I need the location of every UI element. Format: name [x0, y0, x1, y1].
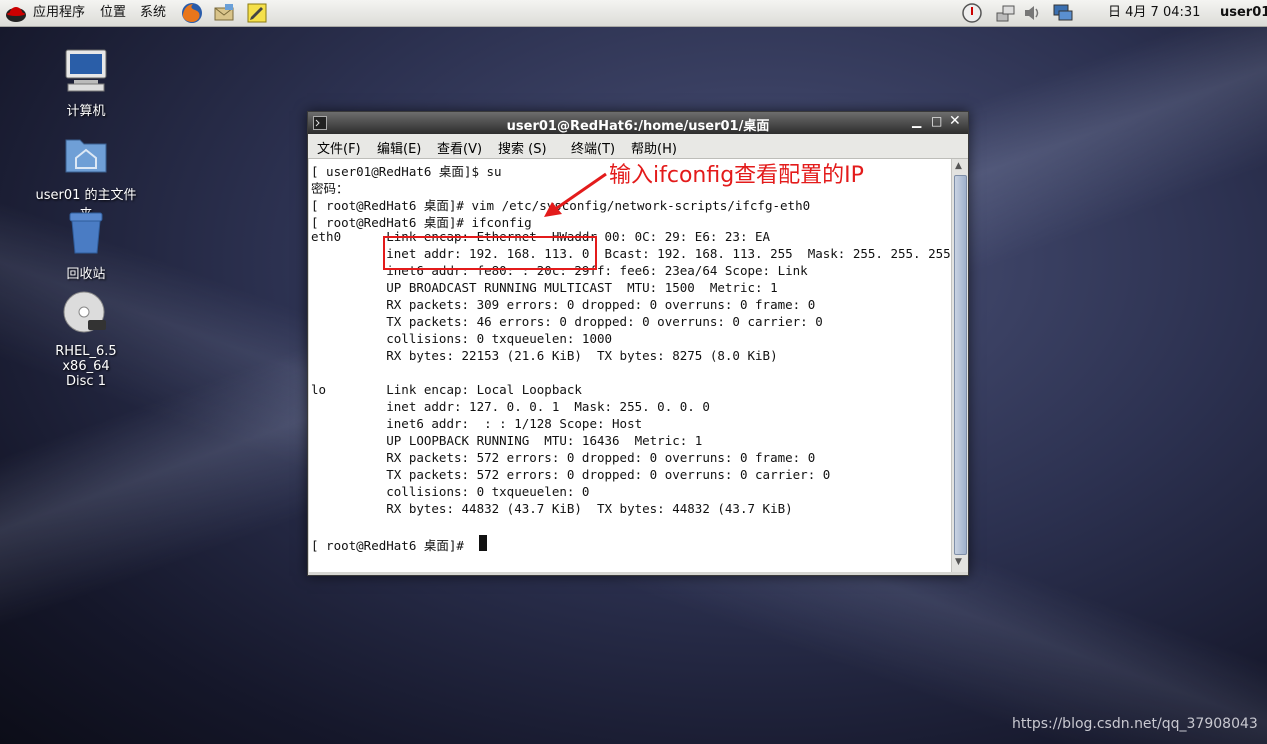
scrollbar-thumb[interactable]	[954, 175, 967, 555]
home-folder-icon	[65, 139, 107, 173]
network-manager-icon[interactable]	[994, 2, 1016, 24]
maximize-icon[interactable]: □	[931, 114, 942, 128]
desktop-icon-trash[interactable]: 回收站	[31, 209, 141, 282]
terminal-line: RX bytes: 22153 (21.6 KiB) TX bytes: 827…	[311, 348, 778, 363]
terminal-cursor	[479, 535, 487, 551]
places-menu[interactable]: 位置	[100, 0, 126, 26]
trash-icon	[69, 212, 103, 254]
dvd-icon	[63, 291, 106, 333]
update-notifier-icon[interactable]	[961, 2, 983, 24]
terminal-output[interactable]: [ user01@RedHat6 桌面]$ su 密码： [ root@RedH…	[309, 159, 951, 572]
terminal-line: TX packets: 572 errors: 0 dropped: 0 ove…	[311, 467, 831, 482]
text-editor-icon[interactable]	[246, 2, 268, 24]
menu-view[interactable]: 查看(V)	[437, 138, 482, 157]
firefox-icon[interactable]	[181, 2, 203, 24]
user-menu[interactable]: user01	[1220, 0, 1267, 26]
window-title: user01@RedHat6:/home/user01/桌面	[506, 119, 770, 134]
display-icon[interactable]	[1052, 2, 1074, 24]
scroll-up-icon[interactable]: ▲	[955, 161, 962, 171]
desktop-icon-label: 回收站	[66, 267, 106, 282]
annotation-arrow-icon	[544, 172, 607, 217]
desktop-icon-dvd[interactable]: RHEL_6.5 x86_64 Disc 1	[31, 290, 141, 389]
close-icon[interactable]: ✕	[949, 113, 961, 129]
annotation-text: 输入ifconfig查看配置的IP	[609, 163, 864, 188]
menu-search[interactable]: 搜索 (S)	[498, 138, 547, 157]
terminal-line: UP LOOPBACK RUNNING MTU: 16436 Metric: 1	[311, 433, 703, 448]
desktop-icon-computer[interactable]: 计算机	[31, 46, 141, 119]
top-panel: 应用程序 位置 系统 日 4月 7 04:31 user01	[0, 0, 1267, 27]
terminal-prompt: [ root@RedHat6 桌面]#	[311, 538, 472, 553]
menu-edit[interactable]: 编辑(E)	[377, 138, 421, 157]
terminal-line: inet addr: 127. 0. 0. 1 Mask: 255. 0. 0.…	[311, 399, 710, 414]
mail-client-icon[interactable]	[213, 2, 235, 24]
terminal-line: collisions: 0 txqueuelen: 0	[311, 484, 590, 499]
annotation-highlight-box	[383, 236, 597, 270]
terminal-line: RX packets: 572 errors: 0 dropped: 0 ove…	[311, 450, 816, 465]
terminal-line: TX packets: 46 errors: 0 dropped: 0 over…	[311, 314, 823, 329]
scroll-down-icon[interactable]: ▼	[955, 557, 962, 567]
menu-terminal[interactable]: 终端(T)	[571, 138, 615, 157]
terminal-line: inet6 addr: : : 1/128 Scope: Host	[311, 416, 643, 431]
menu-help[interactable]: 帮助(H)	[631, 138, 677, 157]
clock[interactable]: 日 4月 7 04:31	[1108, 0, 1200, 26]
redhat-logo-icon[interactable]	[5, 3, 27, 25]
window-titlebar[interactable]: user01@RedHat6:/home/user01/桌面 ▁ □ ✕	[308, 112, 968, 134]
volume-icon[interactable]	[1022, 2, 1044, 24]
menu-file[interactable]: 文件(F)	[317, 138, 361, 157]
watermark: https://blog.csdn.net/qq_37908043	[1012, 716, 1258, 732]
desktop-icon-label: 计算机	[66, 104, 106, 119]
terminal-line: lo Link encap: Local Loopback	[311, 382, 582, 397]
terminal-line: UP BROADCAST RUNNING MULTICAST MTU: 1500…	[311, 280, 778, 295]
system-menu[interactable]: 系统	[140, 0, 166, 26]
terminal-line: collisions: 0 txqueuelen: 1000	[311, 331, 613, 346]
terminal-line: RX packets: 309 errors: 0 dropped: 0 ove…	[311, 297, 816, 312]
menu-bar: 文件(F) 编辑(E) 查看(V) 搜索 (S) 终端(T) 帮助(H)	[308, 134, 968, 159]
minimize-icon[interactable]: ▁	[912, 114, 921, 128]
applications-menu[interactable]: 应用程序	[33, 0, 85, 26]
desktop-icon-label-line2: Disc 1	[66, 374, 106, 389]
computer-icon	[65, 49, 107, 92]
desktop-icon-label-line1: RHEL_6.5 x86_64	[55, 344, 117, 374]
terminal-line: RX bytes: 44832 (43.7 KiB) TX bytes: 448…	[311, 501, 793, 516]
terminal-scrollbar[interactable]: ▲ ▼	[951, 159, 968, 572]
